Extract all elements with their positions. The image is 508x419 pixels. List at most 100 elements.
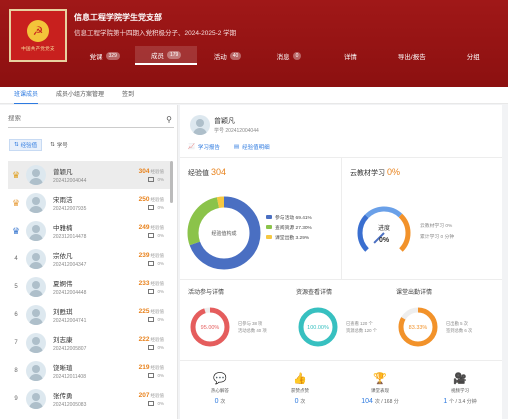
member-row[interactable]: ♛ 中雅楠 202312014478 249经验值 0% (8, 217, 170, 245)
exp-value: 304 (210, 167, 226, 177)
search-input[interactable] (8, 115, 158, 122)
nav-item-members[interactable]: 成员 179 (135, 46, 197, 65)
stat-line: 已查看 120 个 (346, 321, 373, 326)
stat-ring-chart: 83.33% (398, 307, 438, 347)
member-name: 饶晰瑄 (53, 365, 73, 372)
progress-pct: 0% (157, 289, 164, 294)
party-emblem-icon: ☭ (27, 19, 49, 42)
member-id: 202412011408 (53, 374, 86, 380)
score-value: 249 (138, 224, 150, 231)
progress-pct: 0% (157, 345, 164, 350)
list-icon: ▤ (233, 144, 240, 150)
member-id: 202412004044 (53, 178, 87, 184)
member-name: 夏婀伟 (53, 281, 73, 288)
scrollbar[interactable] (170, 161, 173, 203)
stat-line: 活动总数 40 项 (238, 328, 267, 333)
member-detail-panel: 曾颖凡 学号 202412004044 📈 学习报告 ▤ 经验值明细 经验值 304… (180, 105, 502, 419)
member-row[interactable]: ♛ 宋雨洁 202412007935 250经验值 0% (8, 189, 170, 217)
stat-title: 课堂出勤详情 (396, 290, 433, 296)
nav-item-details[interactable]: 详情 (320, 46, 381, 65)
stat-line: 资源总数 120 个 (346, 328, 378, 333)
member-row[interactable]: ♛ 曾颖凡 202412004044 304经验值 0% (8, 161, 170, 189)
chat-icon: 💬 (213, 372, 227, 385)
member-row[interactable]: 6 刘甦琪 202412004741 225经验值 0% (8, 301, 170, 329)
book-icon (148, 373, 155, 378)
member-name: 张传勇 (53, 393, 73, 400)
exp-donut-chart: 经验值构成 (187, 196, 261, 270)
rank: 8 (8, 368, 24, 374)
score-unit: 经验值 (150, 169, 165, 174)
exp-section-title: 经验值 304 (188, 167, 226, 177)
book-icon (148, 345, 155, 350)
progress-info: 0% (119, 401, 164, 406)
search-icon[interactable]: ⚲ (166, 115, 172, 124)
score-unit: 经验值 (150, 225, 165, 230)
book-icon (148, 261, 155, 266)
member-info: 夏婀伟 202412004448 (53, 278, 119, 296)
member-info: 曾颖凡 202412004044 (53, 166, 119, 184)
member-score: 219经验值 0% (119, 364, 164, 378)
divider (180, 360, 502, 361)
crown-icon: ♛ (11, 169, 21, 180)
progress-pct: 0% (157, 177, 164, 182)
member-id: 202312014478 (53, 234, 87, 240)
crown-icon: ♛ (11, 197, 21, 208)
sort-controls: ⇅ 经验值 ⇅ 学号 (9, 139, 72, 151)
member-score: 233经验值 0% (119, 280, 164, 294)
rank-number: 5 (14, 284, 18, 290)
sort-by-id-button[interactable]: ⇅ 学号 (46, 139, 72, 151)
rank: 4 (8, 256, 24, 262)
stat-title: 资源查看详情 (296, 290, 333, 296)
metric-unit: 次 / 168 分 (374, 399, 399, 405)
nav-item-lessons[interactable]: 党课 329 (74, 46, 135, 65)
study-report-link[interactable]: 📈 学习报告 (188, 143, 220, 151)
book-icon (148, 401, 155, 406)
sort-icon: ⇅ (50, 142, 55, 148)
member-row[interactable]: 7 刘志康 202412005807 222经验值 0% (8, 329, 170, 357)
score-unit: 经验值 (150, 393, 165, 398)
progress-info: 0% (119, 205, 164, 210)
score-unit: 经验值 (150, 281, 165, 286)
cloud-section-title: 云教材学习 0% (350, 167, 400, 177)
score-unit: 经验值 (150, 365, 165, 370)
nav-item-messages[interactable]: 消息 0 (258, 46, 319, 65)
member-info: 宗依凡 202412004347 (53, 250, 119, 268)
book-icon (148, 317, 155, 322)
stat-line: 签到总数 6 次 (446, 328, 473, 333)
progress-info: 0% (119, 233, 164, 238)
member-id: 202412005083 (53, 402, 87, 408)
podium-icon: 🏆 (373, 372, 387, 385)
metric-unit: 次 (220, 399, 226, 405)
member-score: 222经验值 0% (119, 336, 164, 350)
metric-value: 1 个 / 3.4 分钟 (443, 398, 477, 405)
rank-number: 7 (14, 340, 18, 346)
ring-percent: 83.33% (409, 325, 428, 331)
stat-ring-chart: 95.00% (190, 307, 230, 347)
progress-pct: 0% (157, 401, 164, 406)
course-title: 信息工程学院学生党支部 (74, 13, 162, 22)
exp-detail-link[interactable]: ▤ 经验值明细 (234, 143, 270, 151)
score-value: 225 (138, 308, 150, 315)
stat-info: 已出勤 5 次签到总数 6 次 (446, 320, 472, 334)
rank: ♛ (8, 226, 24, 237)
party-logo: ☭ 中国共产党党支 (9, 9, 67, 62)
member-name: 曾颖凡 (53, 169, 73, 176)
progress-pct: 0% (157, 233, 164, 238)
nav-item-groups[interactable]: 分组 (443, 46, 504, 65)
score-unit: 经验值 (150, 253, 165, 258)
member-list: ♛ 曾颖凡 202412004044 304经验值 0% ♛ 宋雨洁 20241… (8, 161, 170, 413)
metric-item: 💬 热心解答 0 次 (190, 370, 250, 406)
member-row[interactable]: 8 饶晰瑄 202412011408 219经验值 0% (8, 357, 170, 385)
tab-checkin[interactable]: 签到 (122, 87, 134, 104)
metric-label: 课堂表现 (371, 388, 389, 393)
member-row[interactable]: 5 夏婀伟 202412004448 233经验值 0% (8, 273, 170, 301)
legend-label: 查阅资源 27.30% (275, 225, 312, 231)
nav-item-export[interactable]: 导出/报告 (381, 46, 442, 65)
member-row[interactable]: 9 张传勇 202412005083 207经验值 0% (8, 385, 170, 413)
member-row[interactable]: 4 宗依凡 202412004347 239经验值 0% (8, 245, 170, 273)
sort-by-exp-button[interactable]: ⇅ 经验值 (9, 139, 43, 151)
nav-item-activities[interactable]: 活动 40 (197, 46, 258, 65)
stat-line: 已参与 38 项 (238, 321, 263, 326)
tab-group-management[interactable]: 成员小组方案管理 (56, 87, 104, 104)
tab-class-members[interactable]: 班课成员 (14, 87, 39, 104)
